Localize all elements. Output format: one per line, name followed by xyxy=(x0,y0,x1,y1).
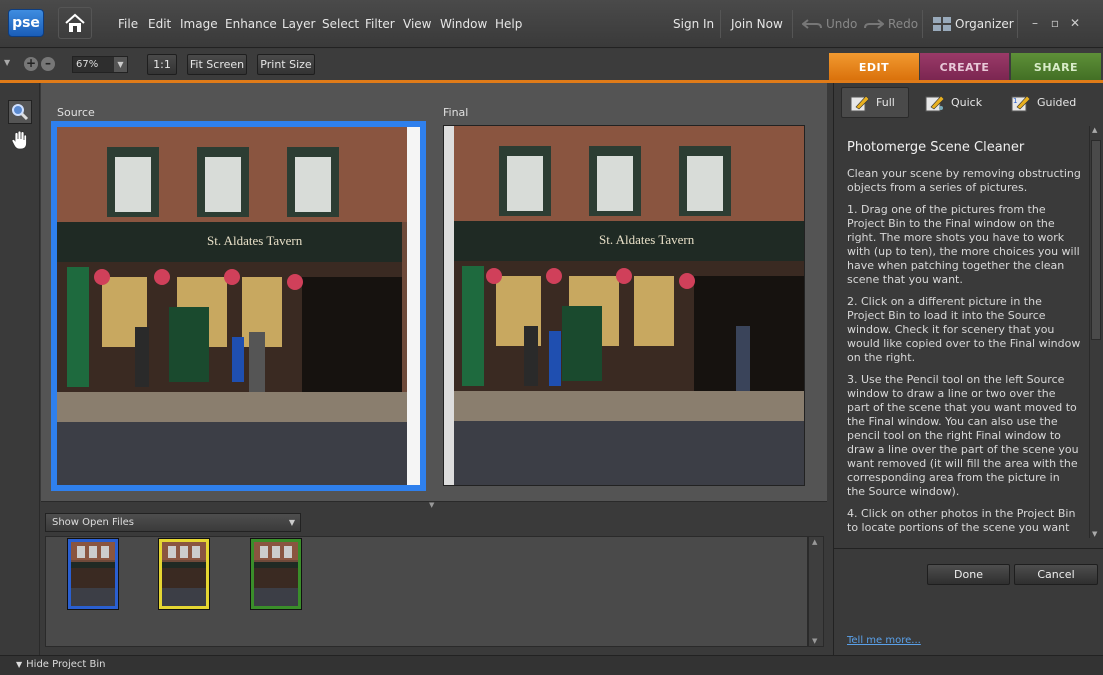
guided-edit-icon: 1 xyxy=(1011,95,1031,111)
redo-button[interactable]: Redo xyxy=(864,17,918,31)
zoom-tool[interactable] xyxy=(8,100,32,124)
source-photo: St. Aldates Tavern xyxy=(57,127,420,485)
help-step-3: 3. Use the Pencil tool on the left Sourc… xyxy=(847,373,1079,498)
tavern-sign-text: St. Aldates Tavern xyxy=(599,232,695,247)
menu-help[interactable]: Help xyxy=(495,17,522,31)
redo-icon xyxy=(864,19,884,29)
menu-enhance[interactable]: Enhance xyxy=(225,17,277,31)
canvas-bin-divider[interactable]: ▼ xyxy=(41,501,827,509)
sign-in-link[interactable]: Sign In xyxy=(673,17,714,31)
scroll-thumb[interactable] xyxy=(1091,140,1101,340)
maximize-icon[interactable]: ▫ xyxy=(1048,16,1062,30)
chevron-down-icon: ▼ xyxy=(288,518,295,527)
tools-panel xyxy=(0,83,40,655)
print-size-button[interactable]: Print Size xyxy=(257,54,315,75)
undo-button[interactable]: Undo xyxy=(802,17,857,31)
tab-quick[interactable]: Quick xyxy=(917,87,987,118)
bin-thumbnail[interactable] xyxy=(158,538,210,610)
zoom-in-icon[interactable]: + xyxy=(24,57,38,71)
final-window[interactable]: St. Aldates Tavern xyxy=(443,125,805,486)
separator xyxy=(922,10,923,38)
full-edit-icon xyxy=(850,95,870,111)
redo-label: Redo xyxy=(888,17,919,31)
home-button[interactable] xyxy=(58,7,92,39)
tab-guided[interactable]: 1 Guided xyxy=(1003,87,1083,118)
separator xyxy=(792,10,793,38)
menu-edit[interactable]: Edit xyxy=(148,17,171,31)
actual-pixels-button[interactable]: 1:1 xyxy=(147,54,177,75)
bin-thumbnail[interactable] xyxy=(67,538,119,610)
separator xyxy=(1017,10,1018,38)
quick-fix-icon xyxy=(925,95,945,111)
final-label: Final xyxy=(443,106,469,119)
bin-select-value: Show Open Files xyxy=(52,517,134,528)
scroll-down-icon[interactable]: ▼ xyxy=(1092,530,1097,538)
collapse-arrow-icon[interactable]: ▼ xyxy=(429,501,434,509)
close-icon[interactable]: ✕ xyxy=(1068,16,1082,30)
tab-full[interactable]: Full xyxy=(841,87,909,118)
magnifier-icon xyxy=(12,104,29,121)
cancel-button[interactable]: Cancel xyxy=(1014,564,1098,585)
menu-filter[interactable]: Filter xyxy=(365,17,395,31)
tab-guided-label: Guided xyxy=(1037,96,1077,109)
bin-show-select[interactable]: Show Open Files ▼ xyxy=(45,513,301,532)
menu-select[interactable]: Select xyxy=(322,17,359,31)
final-photo: St. Aldates Tavern xyxy=(444,126,804,485)
organizer-button[interactable]: Organizer xyxy=(933,17,1014,31)
separator xyxy=(720,10,721,38)
help-step-2: 2. Click on a different picture in the P… xyxy=(847,295,1081,364)
scroll-down-icon[interactable]: ▼ xyxy=(812,637,817,645)
svg-text:1: 1 xyxy=(1013,97,1017,105)
panel-divider xyxy=(833,548,1103,549)
tavern-sign-text: St. Aldates Tavern xyxy=(207,233,303,248)
hide-project-bin-toggle[interactable]: ▼ Hide Project Bin xyxy=(16,659,106,670)
menu-image[interactable]: Image xyxy=(180,17,218,31)
tab-create[interactable]: CREATE xyxy=(920,53,1009,81)
thumbnail-image xyxy=(162,542,206,606)
hand-icon xyxy=(11,130,27,150)
toolbar-menu-arrow-icon[interactable]: ▼ xyxy=(4,58,10,67)
app-logo: pse xyxy=(8,9,44,37)
zoom-dropdown-icon[interactable]: ▼ xyxy=(114,57,127,72)
organizer-label: Organizer xyxy=(955,17,1014,31)
hand-tool[interactable] xyxy=(8,128,32,152)
menu-layer[interactable]: Layer xyxy=(282,17,315,31)
home-icon xyxy=(65,13,85,32)
tab-quick-label: Quick xyxy=(951,96,983,109)
source-window[interactable]: St. Aldates Tavern xyxy=(51,121,426,491)
zoom-out-icon[interactable]: – xyxy=(41,57,55,71)
bin-scrollbar[interactable]: ▲ ▼ xyxy=(808,536,824,647)
scroll-up-icon[interactable]: ▲ xyxy=(812,538,817,546)
collapse-icon: ▼ xyxy=(16,660,23,669)
fit-screen-button[interactable]: Fit Screen xyxy=(187,54,247,75)
menu-window[interactable]: Window xyxy=(440,17,487,31)
scroll-up-icon[interactable]: ▲ xyxy=(1092,126,1097,134)
help-scrollbar[interactable]: ▲ ▼ xyxy=(1089,126,1102,538)
done-button[interactable]: Done xyxy=(927,564,1010,585)
minimize-icon[interactable]: – xyxy=(1028,16,1042,30)
tab-edit[interactable]: EDIT xyxy=(829,53,919,81)
tab-share[interactable]: SHARE xyxy=(1011,53,1101,81)
join-now-link[interactable]: Join Now xyxy=(731,17,783,31)
status-bar: ▼ Hide Project Bin xyxy=(0,655,1103,675)
organizer-icon xyxy=(933,17,951,31)
help-intro: Clean your scene by removing obstructing… xyxy=(847,167,1081,194)
help-clip-mask xyxy=(839,537,1089,545)
thumbnail-image xyxy=(254,542,298,606)
menu-file[interactable]: File xyxy=(118,17,138,31)
source-label: Source xyxy=(57,106,95,119)
bin-thumbnail[interactable] xyxy=(250,538,302,610)
undo-icon xyxy=(802,19,822,29)
tab-full-label: Full xyxy=(876,96,895,109)
hide-bin-label: Hide Project Bin xyxy=(26,659,106,670)
tell-me-more-link[interactable]: Tell me more... xyxy=(847,635,921,646)
thumbnail-image xyxy=(71,542,115,606)
panel-title: Photomerge Scene Cleaner xyxy=(847,140,1025,155)
menubar: pse File Edit Image Enhance Layer Select… xyxy=(0,0,1103,48)
undo-label: Undo xyxy=(826,17,858,31)
menu-view[interactable]: View xyxy=(403,17,431,31)
help-step-1: 1. Drag one of the pictures from the Pro… xyxy=(847,203,1080,286)
